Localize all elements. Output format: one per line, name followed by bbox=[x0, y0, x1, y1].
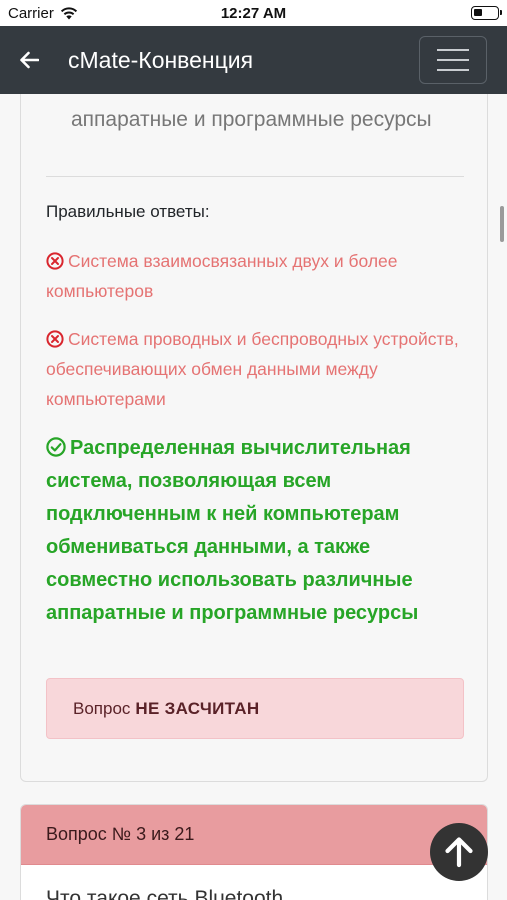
scroll-to-top-button[interactable] bbox=[430, 823, 488, 881]
answer-correct: Распределенная вычислительная система, п… bbox=[46, 432, 471, 630]
answer-option-tail: аппаратные и программные ресурсы bbox=[71, 108, 432, 131]
verdict-alert: Вопрос НЕ ЗАСЧИТАН bbox=[46, 678, 464, 739]
question-card: аппаратные и программные ресурсы Правиль… bbox=[20, 94, 488, 782]
verdict-status: НЕ ЗАСЧИТАН bbox=[135, 698, 260, 718]
check-circle-icon bbox=[46, 437, 66, 457]
question-text: Что такое сеть Bluetooth bbox=[46, 887, 284, 900]
clock: 12:27 AM bbox=[220, 5, 287, 22]
back-button[interactable] bbox=[0, 26, 58, 94]
status-bar: Carrier 12:27 AM bbox=[0, 0, 507, 26]
app-title: cMate-Конвенция bbox=[68, 46, 254, 73]
next-question-card: Вопрос № 3 из 21 Что такое сеть Bluetoot… bbox=[20, 804, 488, 900]
hamburger-icon-line bbox=[437, 49, 469, 51]
arrow-left-icon bbox=[20, 51, 39, 69]
x-circle-icon bbox=[46, 330, 64, 348]
arrow-up-icon bbox=[445, 837, 473, 868]
answer-text: Система взаимосвязанных двух и более ком… bbox=[46, 251, 398, 301]
scrollbar-thumb[interactable] bbox=[500, 206, 504, 242]
answer-text: Система проводных и беспроводных устройс… bbox=[46, 329, 459, 409]
answer-wrong: Система проводных и беспроводных устройс… bbox=[46, 324, 471, 414]
battery-icon bbox=[471, 6, 502, 20]
app-navbar: cMate-Конвенция bbox=[0, 26, 507, 94]
question-number-header: Вопрос № 3 из 21 bbox=[21, 805, 487, 865]
menu-toggle-button[interactable] bbox=[419, 36, 487, 84]
x-circle-icon bbox=[46, 252, 64, 270]
verdict-prefix: Вопрос bbox=[73, 698, 131, 718]
scroll-content[interactable]: аппаратные и программные ресурсы Правиль… bbox=[0, 94, 507, 900]
correct-answers-heading: Правильные ответы: bbox=[46, 202, 210, 221]
hamburger-icon-line bbox=[437, 59, 469, 61]
divider bbox=[46, 176, 464, 177]
hamburger-icon-line bbox=[437, 69, 469, 71]
answer-wrong: Система взаимосвязанных двух и более ком… bbox=[46, 246, 471, 306]
answer-text: Распределенная вычислительная система, п… bbox=[46, 437, 419, 624]
